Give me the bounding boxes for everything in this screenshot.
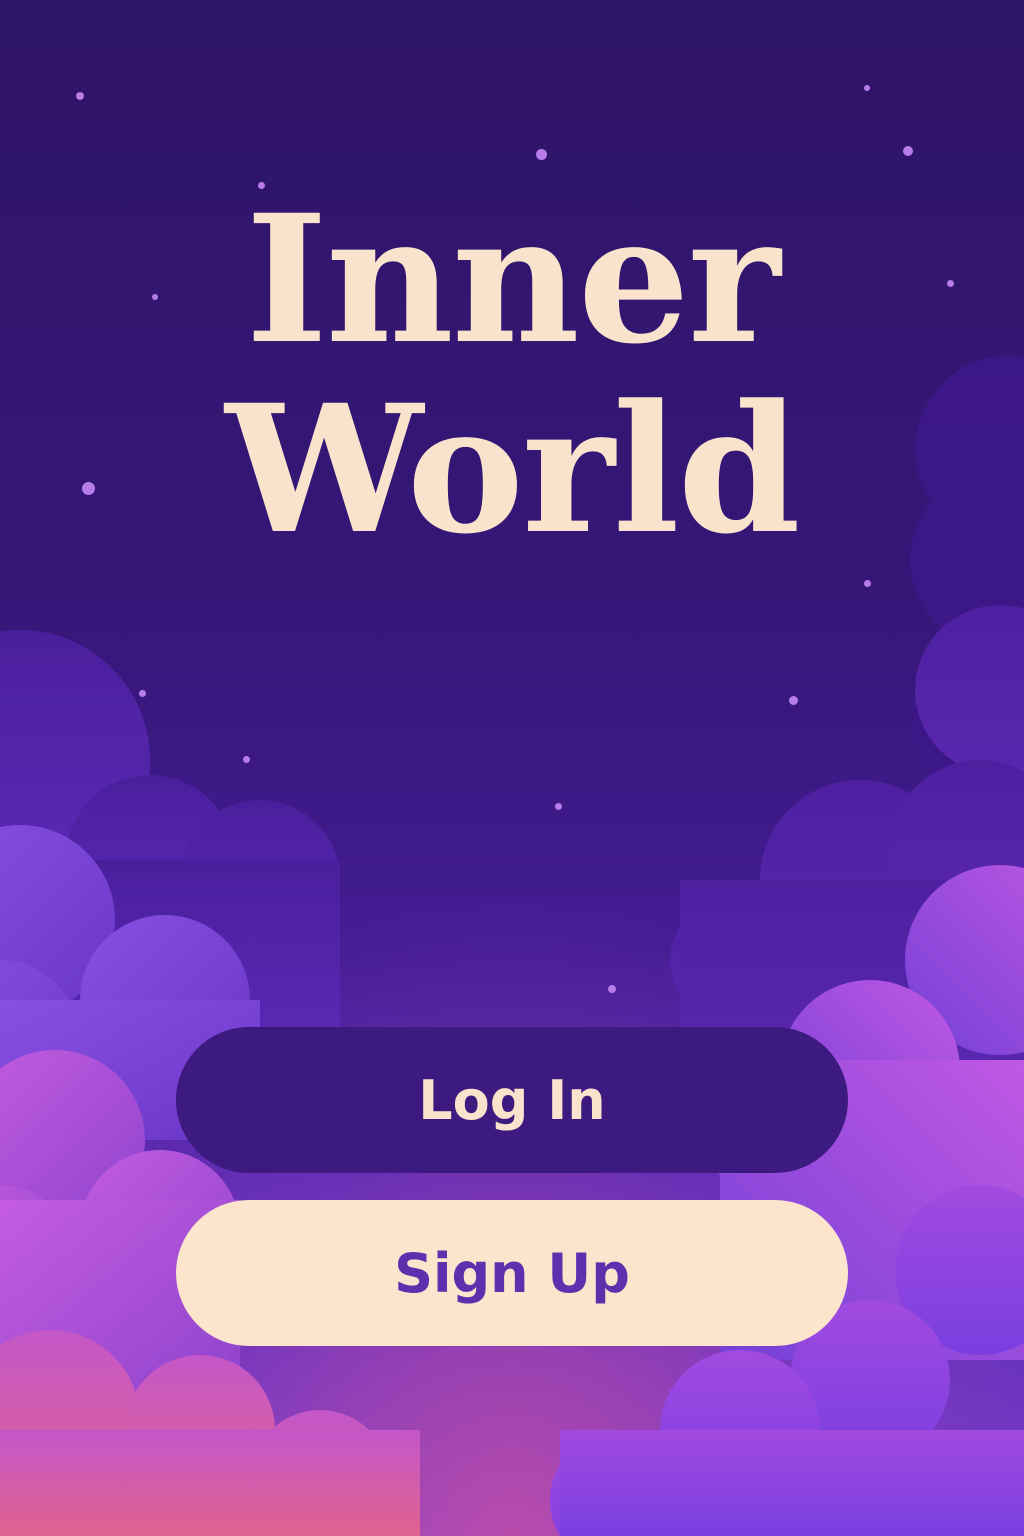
star-decoration (555, 803, 562, 810)
star-decoration (903, 146, 913, 156)
app-title-line-1: Inner (245, 176, 781, 383)
signup-button[interactable]: Sign Up (176, 1200, 848, 1346)
login-button[interactable]: Log In (176, 1027, 848, 1173)
signup-button-label: Sign Up (394, 1241, 630, 1305)
star-decoration (139, 690, 146, 697)
app-title-line-2: World (225, 366, 800, 573)
star-decoration (243, 756, 250, 763)
star-decoration (536, 149, 547, 160)
welcome-screen: Inner World Log In Sign Up (0, 0, 1024, 1536)
star-decoration (789, 696, 798, 705)
star-decoration (76, 92, 84, 100)
cloud-bottom-left (0, 1330, 420, 1536)
star-decoration (864, 580, 871, 587)
star-decoration (608, 985, 616, 993)
star-decoration (864, 85, 870, 91)
login-button-label: Log In (418, 1068, 606, 1132)
